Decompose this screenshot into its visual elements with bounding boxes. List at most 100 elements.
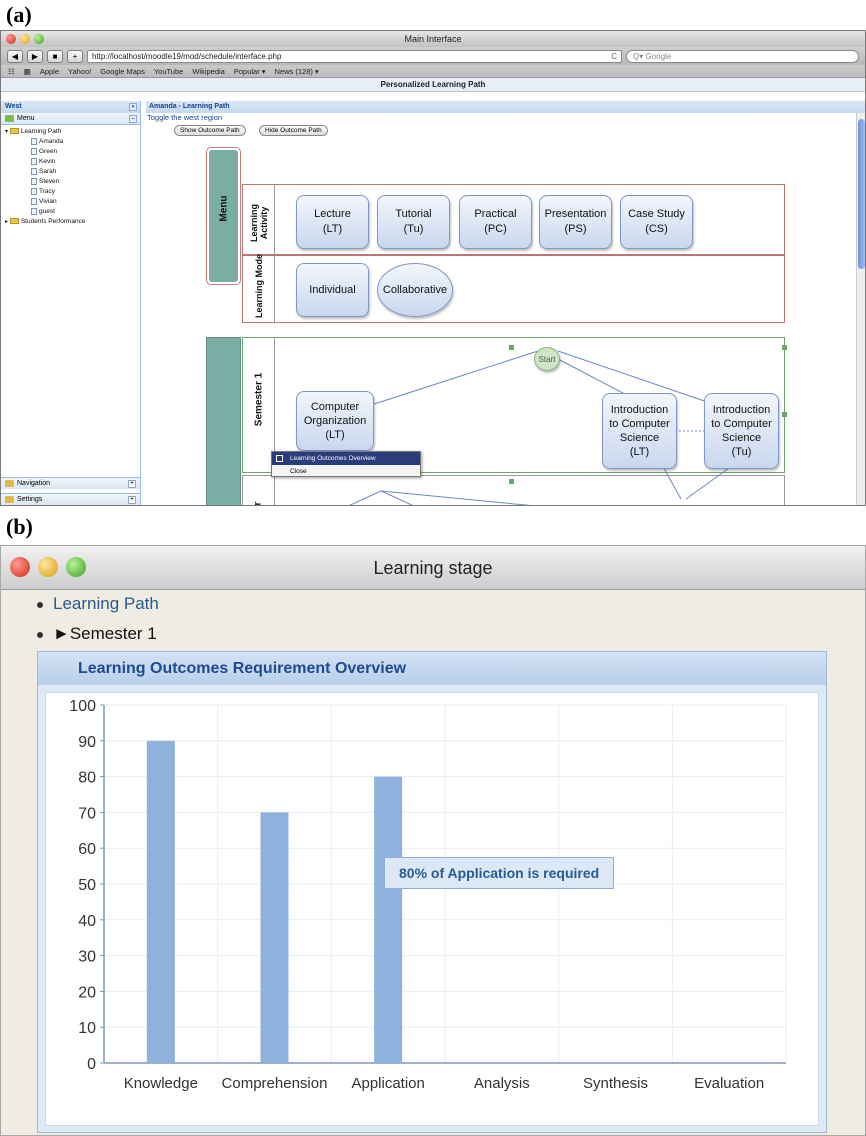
selection-handle[interactable] xyxy=(509,345,514,350)
tree-item-kevin[interactable]: Kevin xyxy=(1,157,140,167)
tree-item-amanda[interactable]: Amanda xyxy=(1,137,140,147)
bookmark-item[interactable]: Popular ▾ xyxy=(234,67,266,76)
folder-icon xyxy=(9,218,19,225)
tree-label: Amanda xyxy=(39,138,64,145)
flow-arrow xyxy=(380,490,413,505)
tree-node-learning-path[interactable]: ▾ Learning Path xyxy=(1,127,140,137)
bookmark-item[interactable]: YouTube xyxy=(154,67,183,76)
bookmarks-book-icon[interactable]: ☷ xyxy=(8,67,15,76)
tree-label: Kevin xyxy=(39,158,56,165)
close-window-icon[interactable] xyxy=(6,34,16,44)
bar-knowledge xyxy=(146,740,175,1063)
vertical-scrollbar[interactable] xyxy=(856,113,865,505)
tree-label: Vivian xyxy=(39,198,57,205)
expand-arrow-icon[interactable]: ▸ xyxy=(5,219,8,225)
bookmark-item[interactable]: Wikipedia xyxy=(192,67,225,76)
x-tick-label: Application xyxy=(351,1075,424,1092)
add-bookmark-button[interactable]: + xyxy=(67,49,83,63)
tree-node-students-performance[interactable]: ▸ Students Performance xyxy=(1,217,140,227)
reload-icon[interactable]: C xyxy=(611,51,617,62)
flow-arrow xyxy=(380,490,531,505)
outcomes-panel-title: Learning Outcomes Requirement Overview xyxy=(38,652,826,685)
page-title: Personalized Learning Path xyxy=(1,78,865,92)
chart-tooltip: 80% of Application is required xyxy=(384,857,615,889)
tree-item-green[interactable]: Green xyxy=(1,147,140,157)
top-sites-icon[interactable]: ▦ xyxy=(24,67,31,76)
node-label: Science xyxy=(619,432,660,444)
minimize-window-icon[interactable] xyxy=(38,557,58,577)
expand-settings-button[interactable]: + xyxy=(128,496,136,504)
course-node-intro-cs-tu[interactable]: Introduction to Computer Science (Tu) xyxy=(704,393,779,469)
learning-path-link[interactable]: Learning Path xyxy=(53,594,159,613)
bar-application xyxy=(374,776,403,1063)
node-label: Introduction xyxy=(712,404,771,416)
menu-toggle-button[interactable]: – xyxy=(129,115,137,123)
west-header: West « xyxy=(1,101,140,113)
footer-label: Navigation xyxy=(17,480,51,487)
selection-handle[interactable] xyxy=(509,479,514,484)
navigation-panel-header[interactable]: Navigation + xyxy=(1,477,140,489)
tree-label: Learning Path xyxy=(20,128,62,135)
forward-button[interactable]: ▶ xyxy=(27,49,43,63)
context-menu: Learning Outcomes Overview Close xyxy=(271,451,421,477)
y-tick-label: 50 xyxy=(78,877,96,894)
y-tick-label: 40 xyxy=(78,913,96,930)
context-item-learning-outcomes-overview[interactable]: Learning Outcomes Overview xyxy=(272,452,420,465)
node-label: Science xyxy=(721,432,762,444)
start-node[interactable]: Start xyxy=(534,347,560,371)
menu-panel-header[interactable]: Menu – xyxy=(1,113,140,125)
y-tick-label: 30 xyxy=(78,949,96,966)
bookmark-item[interactable]: Yahoo! xyxy=(68,67,91,76)
bookmark-item[interactable]: Google Maps xyxy=(100,67,145,76)
navigation-icon xyxy=(5,480,14,487)
breadcrumb-learning-path[interactable]: Learning Path xyxy=(37,594,159,614)
bookmark-item[interactable]: Apple xyxy=(40,67,59,76)
context-item-label: Close xyxy=(290,468,307,475)
tree-item-guest[interactable]: guest xyxy=(1,207,140,217)
window-title: Main Interface xyxy=(404,34,462,44)
close-window-icon[interactable] xyxy=(10,557,30,577)
home-icon[interactable]: ■ xyxy=(47,49,63,63)
address-text: http://localhost/moodle19/mod/schedule/i… xyxy=(92,51,282,61)
minimize-window-icon[interactable] xyxy=(20,34,30,44)
context-item-close[interactable]: Close xyxy=(272,465,420,478)
expand-navigation-button[interactable]: + xyxy=(128,480,136,488)
document-icon xyxy=(31,157,37,165)
document-icon xyxy=(31,137,37,145)
breadcrumb-semester-1[interactable]: ►Semester 1 xyxy=(37,624,157,644)
node-label: (LT) xyxy=(325,429,345,441)
tree-item-vivian[interactable]: Vivian xyxy=(1,197,140,207)
bullet-icon xyxy=(37,601,43,608)
scrollbar-thumb[interactable] xyxy=(858,119,865,269)
collapse-west-button[interactable]: « xyxy=(129,103,137,111)
overview-icon xyxy=(276,455,283,462)
course-node-intro-cs-lt[interactable]: Introduction to Computer Science (LT) xyxy=(602,393,677,469)
selection-handle[interactable] xyxy=(782,345,787,350)
node-label: to Computer xyxy=(609,418,670,430)
zoom-window-icon[interactable] xyxy=(66,557,86,577)
expand-arrow-icon[interactable]: ▾ xyxy=(5,129,8,135)
tree-label: Steven xyxy=(39,178,60,185)
address-bar[interactable]: http://localhost/moodle19/mod/schedule/i… xyxy=(87,49,622,63)
selection-handle[interactable] xyxy=(782,412,787,417)
settings-panel-header[interactable]: Settings + xyxy=(1,493,140,505)
tree-item-tracy[interactable]: Tracy xyxy=(1,187,140,197)
menu-label: Menu xyxy=(17,115,35,122)
back-button[interactable]: ◀ xyxy=(7,49,23,63)
learning-stage-window: Learning stage Learning Path ►Semester 1… xyxy=(0,545,866,1136)
footer-label: Settings xyxy=(17,496,43,503)
course-node-computer-organization[interactable]: Computer Organization (LT) xyxy=(296,391,374,451)
semester-1-item[interactable]: ►Semester 1 xyxy=(53,624,157,643)
node-label: Organization xyxy=(303,415,367,427)
document-icon xyxy=(31,147,37,155)
bookmark-item[interactable]: News (128) ▾ xyxy=(275,67,319,76)
document-icon xyxy=(31,207,37,215)
node-label: Computer xyxy=(310,401,360,413)
figure-root: (a) Main Interface ◀ ▶ ■ + http://localh… xyxy=(0,0,866,1136)
search-input[interactable]: Q▾ Google xyxy=(626,49,859,63)
y-tick-label: 0 xyxy=(87,1056,96,1073)
tree-item-steven[interactable]: Steven xyxy=(1,177,140,187)
zoom-window-icon[interactable] xyxy=(34,34,44,44)
tree-item-sarah[interactable]: Sarah xyxy=(1,167,140,177)
bar-chart: 0 10 20 30 40 50 60 70 80 90 100 Knowledge Comprehen… xyxy=(69,698,787,1092)
